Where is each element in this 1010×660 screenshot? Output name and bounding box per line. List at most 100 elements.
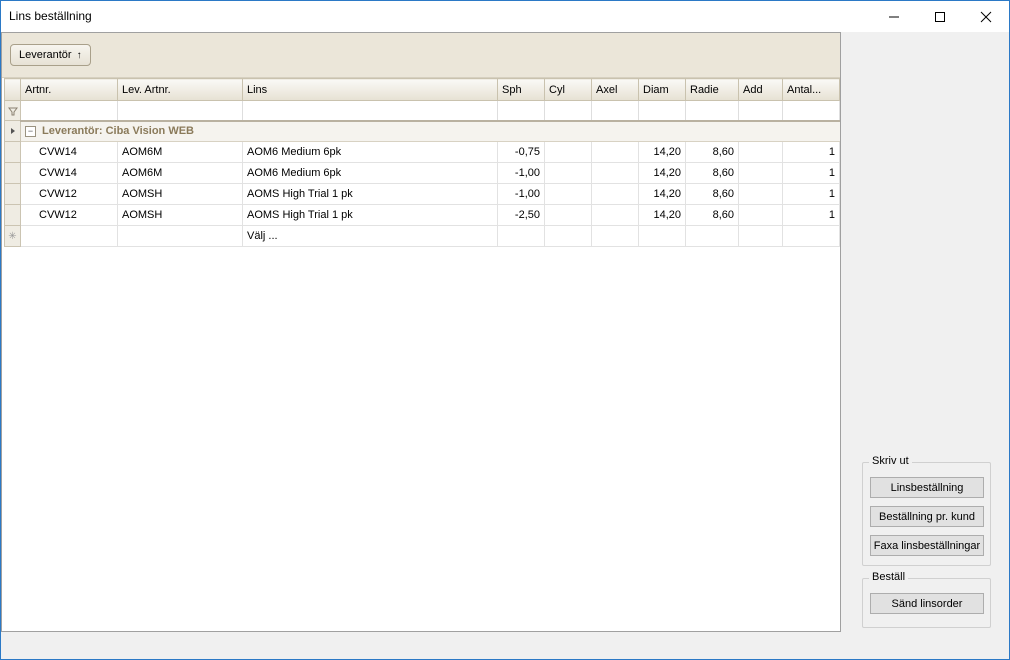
column-header-lins[interactable]: Lins: [242, 78, 498, 101]
filter-cell-artnr[interactable]: [20, 100, 118, 122]
group-by-bar: Leverantör ↑: [2, 33, 840, 78]
row-indicator[interactable]: [4, 141, 21, 163]
close-icon: [980, 11, 992, 22]
cell-artnr: CVW14: [20, 141, 118, 163]
group-row-indicator: [4, 120, 21, 142]
cell-diam: 14,20: [638, 162, 686, 184]
filter-cell-add[interactable]: [738, 100, 783, 122]
cell-artnr: CVW14: [20, 162, 118, 184]
send-lens-order-button[interactable]: Sänd linsorder: [870, 593, 984, 614]
row-pointer-icon: [10, 128, 15, 134]
column-header-radie[interactable]: Radie: [685, 78, 739, 101]
table-row[interactable]: CVW12 AOMSH AOMS High Trial 1 pk -2,50 1…: [4, 204, 840, 226]
filter-indicator: [4, 100, 21, 121]
filter-cell-antal[interactable]: [782, 100, 840, 122]
close-button[interactable]: [963, 1, 1009, 32]
collapse-group-icon[interactable]: −: [25, 125, 36, 137]
cell-lev-artnr: AOMSH: [117, 183, 243, 205]
cell-diam: 14,20: [638, 141, 686, 163]
cell-cyl: [544, 162, 592, 184]
print-group-box: Skriv ut Linsbeställning Beställning pr.…: [862, 455, 991, 566]
column-header-add[interactable]: Add: [738, 78, 783, 101]
row-indicator[interactable]: [4, 162, 21, 184]
row-indicator-header: [4, 78, 21, 101]
filter-cell-radie[interactable]: [685, 100, 739, 122]
new-cell-add[interactable]: [738, 225, 783, 247]
cell-cyl: [544, 183, 592, 205]
lens-order-table: Artnr. Lev. Artnr. Lins Sph Cyl Axel Dia…: [4, 78, 840, 247]
column-header-axel[interactable]: Axel: [591, 78, 639, 101]
cell-sph: -2,50: [497, 204, 545, 226]
column-header-artnr[interactable]: Artnr.: [20, 78, 118, 101]
group-row[interactable]: − Leverantör: Ciba Vision WEB: [4, 120, 840, 142]
new-cell-diam[interactable]: [638, 225, 686, 247]
fax-lens-orders-button[interactable]: Faxa linsbeställningar: [870, 535, 984, 556]
cell-artnr: CVW12: [20, 204, 118, 226]
filter-cell-lins[interactable]: [242, 100, 498, 122]
group-label: Leverantör: Ciba Vision WEB: [42, 125, 194, 138]
cell-lins: AOM6 Medium 6pk: [242, 162, 498, 184]
row-indicator[interactable]: [4, 183, 21, 205]
new-cell-axel[interactable]: [591, 225, 639, 247]
sort-ascending-icon: ↑: [76, 49, 82, 61]
new-cell-radie[interactable]: [685, 225, 739, 247]
maximize-button[interactable]: [917, 1, 963, 32]
cell-lev-artnr: AOM6M: [117, 141, 243, 163]
new-cell-cyl[interactable]: [544, 225, 592, 247]
column-header-cyl[interactable]: Cyl: [544, 78, 592, 101]
cell-radie: 8,60: [685, 141, 739, 163]
filter-cell-cyl[interactable]: [544, 100, 592, 122]
filter-row: [4, 100, 840, 122]
cell-radie: 8,60: [685, 162, 739, 184]
cell-diam: 14,20: [638, 183, 686, 205]
cell-artnr: CVW12: [20, 183, 118, 205]
filter-cell-axel[interactable]: [591, 100, 639, 122]
cell-axel: [591, 162, 639, 184]
new-cell-antal[interactable]: [782, 225, 840, 247]
row-indicator[interactable]: [4, 204, 21, 226]
filter-icon: [7, 107, 18, 115]
filter-cell-diam[interactable]: [638, 100, 686, 122]
print-order-per-customer-button[interactable]: Beställning pr. kund: [870, 506, 984, 527]
column-header-lev-artnr[interactable]: Lev. Artnr.: [117, 78, 243, 101]
cell-lev-artnr: AOMSH: [117, 204, 243, 226]
cell-lins: AOM6 Medium 6pk: [242, 141, 498, 163]
cell-lins: AOMS High Trial 1 pk: [242, 183, 498, 205]
table-row[interactable]: CVW12 AOMSH AOMS High Trial 1 pk -1,00 1…: [4, 183, 840, 205]
new-cell-sph[interactable]: [497, 225, 545, 247]
column-header-sph[interactable]: Sph: [497, 78, 545, 101]
order-grid-panel: Leverantör ↑ Artnr. Lev. Artnr. Lins Sph…: [1, 32, 841, 632]
cell-lev-artnr: AOM6M: [117, 162, 243, 184]
group-row-content: − Leverantör: Ciba Vision WEB: [20, 120, 840, 142]
cell-antal: 1: [782, 183, 840, 205]
column-header-row: Artnr. Lev. Artnr. Lins Sph Cyl Axel Dia…: [4, 78, 840, 101]
minimize-button[interactable]: [871, 1, 917, 32]
column-header-diam[interactable]: Diam: [638, 78, 686, 101]
cell-cyl: [544, 204, 592, 226]
new-cell-lev-artnr[interactable]: [117, 225, 243, 247]
new-cell-artnr[interactable]: [20, 225, 118, 247]
new-cell-lins-select[interactable]: Välj ...: [242, 225, 498, 247]
column-header-antal[interactable]: Antal...: [782, 78, 840, 101]
cell-axel: [591, 141, 639, 163]
minimize-icon: [889, 16, 899, 17]
cell-antal: 1: [782, 141, 840, 163]
filter-cell-sph[interactable]: [497, 100, 545, 122]
group-chip-label: Leverantör: [19, 49, 72, 61]
order-group-legend: Beställ: [869, 571, 909, 583]
table-row[interactable]: CVW14 AOM6M AOM6 Medium 6pk -1,00 14,20 …: [4, 162, 840, 184]
maximize-icon: [935, 11, 945, 22]
group-by-supplier-chip[interactable]: Leverantör ↑: [10, 44, 91, 66]
cell-radie: 8,60: [685, 204, 739, 226]
table-row[interactable]: CVW14 AOM6M AOM6 Medium 6pk -0,75 14,20 …: [4, 141, 840, 163]
cell-sph: -1,00: [497, 162, 545, 184]
cell-radie: 8,60: [685, 183, 739, 205]
cell-lins: AOMS High Trial 1 pk: [242, 204, 498, 226]
new-row-indicator: ✳: [4, 225, 21, 247]
print-lens-order-button[interactable]: Linsbeställning: [870, 477, 984, 498]
filter-cell-lev-artnr[interactable]: [117, 100, 243, 122]
cell-antal: 1: [782, 204, 840, 226]
cell-cyl: [544, 141, 592, 163]
new-item-row[interactable]: ✳ Välj ...: [4, 225, 840, 247]
cell-add: [738, 183, 783, 205]
